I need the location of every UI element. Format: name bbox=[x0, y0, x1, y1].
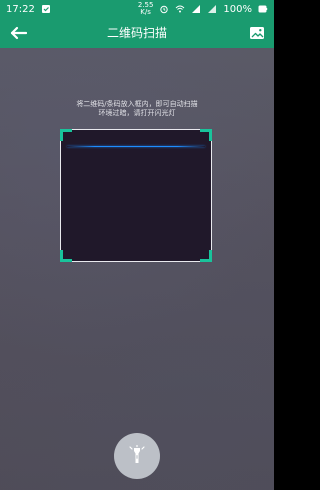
scan-laser-line bbox=[67, 146, 205, 147]
scan-hint-line2: 环境过暗，请打开闪光灯 bbox=[98, 109, 176, 117]
scan-hint: 将二维码/条码放入框内，即可自动扫描 环境过暗，请打开闪光灯 bbox=[0, 100, 274, 118]
scan-frame-corner-top-right bbox=[200, 129, 212, 141]
status-right: 2.55 K/s 100% bbox=[138, 2, 268, 16]
status-bar: 17:22 2.55 K/s 100% bbox=[0, 0, 274, 18]
signal-4g-icon bbox=[191, 4, 201, 14]
image-gallery-icon bbox=[250, 27, 264, 39]
wifi-icon bbox=[175, 4, 185, 14]
alarm-icon bbox=[159, 4, 169, 14]
scan-hint-line1: 将二维码/条码放入框内，即可自动扫描 bbox=[76, 100, 198, 108]
camera-preview: 将二维码/条码放入框内，即可自动扫描 环境过暗，请打开闪光灯 bbox=[0, 48, 274, 490]
scan-frame-corner-top-left bbox=[60, 129, 72, 141]
battery-text: 100% bbox=[223, 3, 252, 15]
app-bar: 二维码扫描 bbox=[0, 18, 274, 48]
network-speed-unit: K/s bbox=[140, 8, 151, 16]
network-speed: 2.55 K/s bbox=[138, 2, 154, 16]
status-left: 17:22 bbox=[6, 4, 51, 15]
gallery-button[interactable] bbox=[248, 24, 266, 42]
signal-icon bbox=[207, 4, 217, 14]
flashlight-button[interactable] bbox=[114, 433, 160, 479]
notification-check-icon bbox=[41, 4, 51, 14]
flashlight-icon bbox=[129, 445, 145, 463]
page-title: 二维码扫描 bbox=[106, 26, 167, 40]
scan-frame bbox=[60, 129, 212, 262]
scan-frame-corner-bottom-left bbox=[60, 250, 72, 262]
battery-icon bbox=[258, 4, 268, 14]
status-time: 17:22 bbox=[6, 3, 35, 15]
scan-frame-corner-bottom-right bbox=[200, 250, 212, 262]
